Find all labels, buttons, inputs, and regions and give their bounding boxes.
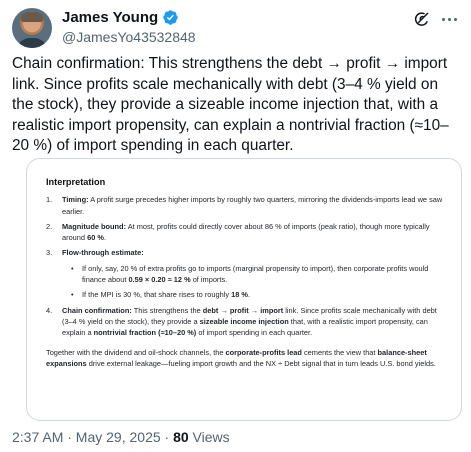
item-label: Chain confirmation: — [62, 305, 132, 315]
handle[interactable]: @JamesYo43532848 — [62, 29, 196, 45]
bullet-text-end: of imports. — [190, 275, 228, 285]
sub-bullet: If only, say, 20 % of extra profits go t… — [62, 263, 446, 286]
item-bold: sizeable income injection — [199, 316, 289, 326]
bullet-bold: 18 % — [231, 290, 248, 300]
list-item: 4. Chain confirmation: This strengthens … — [46, 305, 446, 339]
list-item: 2. Magnitude bound: At most, profits cou… — [46, 221, 446, 244]
item-number: 1. — [46, 195, 53, 205]
item-bold: nontrivial fraction (≈10–20 %) — [93, 328, 197, 338]
sub-bullet-list: If only, say, 20 % of extra profits go t… — [62, 263, 446, 301]
bullet-text-end: . — [247, 290, 251, 300]
views-label: Views — [188, 429, 230, 445]
item-number: 4. — [46, 305, 53, 315]
item-number: 3. — [46, 248, 53, 258]
item-label: Timing: — [62, 195, 89, 205]
tweet-header: James Young @JamesYo43532848 — [12, 8, 459, 50]
item-number: 2. — [46, 221, 53, 231]
list-item: 1. Timing: A profit surge precedes highe… — [46, 194, 446, 217]
closing-bold: corporate-profits lead — [225, 347, 302, 357]
attached-image-card[interactable]: Interpretation 1. Timing: A profit surge… — [26, 158, 462, 421]
sub-bullet: If the MPI is 30 %, that share rises to … — [62, 289, 446, 301]
item-bold: 60 % — [87, 233, 104, 243]
item-label: Magnitude bound: — [62, 221, 127, 231]
grok-icon[interactable] — [413, 10, 431, 28]
item-text: of import spending in each quarter. — [196, 328, 313, 338]
verified-badge-icon — [163, 10, 178, 25]
more-dot — [447, 17, 451, 21]
bullet-bold: 0.59 × 0.20 ≈ 12 % — [128, 275, 191, 285]
more-dot — [453, 17, 457, 21]
avatar-hair — [21, 12, 43, 22]
interpretation-list: 1. Timing: A profit surge precedes highe… — [46, 194, 446, 338]
display-name[interactable]: James Young — [62, 9, 158, 26]
item-bold: debt → profit → import — [202, 305, 284, 315]
list-item: 3. Flow-through estimate: If only, say, … — [46, 247, 446, 300]
item-text-end: . — [103, 233, 106, 243]
tweet-meta: 2:37 AM · May 29, 2025 · 80 Views — [12, 429, 230, 445]
bullet-text: If the MPI is 30 %, that share rises to … — [82, 290, 232, 300]
card-title: Interpretation — [46, 177, 106, 187]
timestamp[interactable]: 2:37 AM · May 29, 2025 · — [12, 429, 173, 445]
views-count: 80 — [173, 429, 189, 445]
closing-text: cements the view that — [301, 347, 378, 357]
closing-text: drive external leakage—fueling import gr… — [86, 358, 436, 368]
item-text: This strengthens the — [131, 305, 203, 315]
avatar[interactable] — [12, 8, 52, 48]
item-label: Flow-through estimate: — [62, 248, 144, 258]
item-text: A profit surge precedes higher imports b… — [62, 195, 443, 216]
card-content: Interpretation 1. Timing: A profit surge… — [46, 177, 446, 369]
closing-text: Together with the dividend and oil-shock… — [46, 347, 226, 357]
tweet-text: Chain confirmation: This strengthens the… — [12, 54, 460, 157]
avatar-shirt — [16, 38, 48, 48]
more-options-icon[interactable] — [439, 10, 459, 28]
tweet-body: Chain confirmation: This strengthens the… — [12, 55, 452, 154]
closing-paragraph: Together with the dividend and oil-shock… — [46, 347, 446, 370]
name-row: James Young — [62, 9, 179, 26]
more-dot — [441, 17, 445, 21]
